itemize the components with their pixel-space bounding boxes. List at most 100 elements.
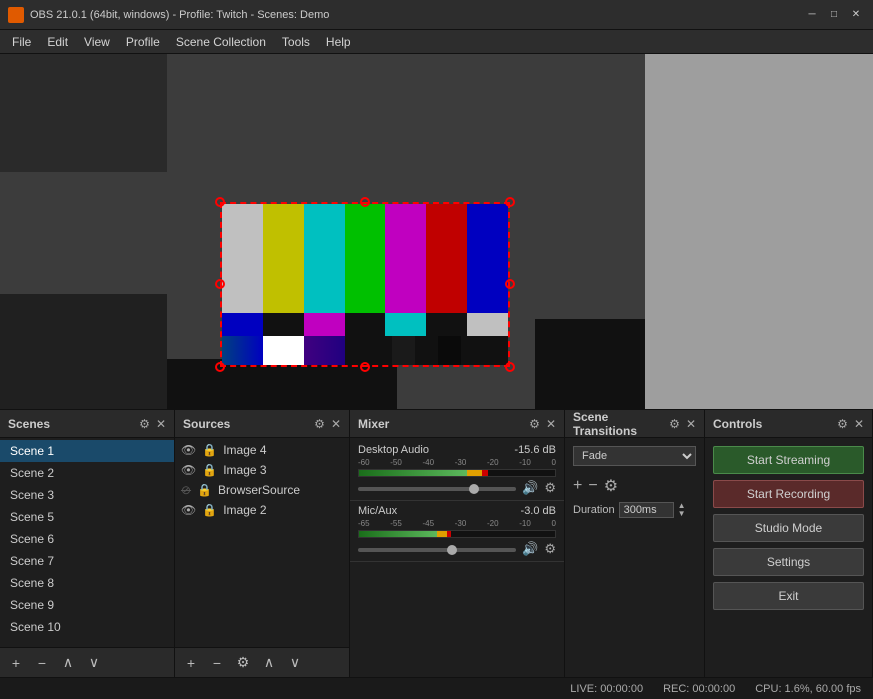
smpte-mid-2: [304, 313, 345, 336]
menu-tools[interactable]: Tools: [274, 30, 318, 54]
mixer-mic-meter-red: [447, 531, 451, 537]
selection-handle-tc[interactable]: [360, 197, 370, 207]
transitions-close-icon[interactable]: ✕: [686, 417, 696, 431]
sources-remove-button[interactable]: −: [207, 653, 227, 673]
sources-panel-icons: ⚙ ✕: [314, 417, 341, 431]
titlebar: OBS 21.0.1 (64bit, windows) - Profile: T…: [0, 0, 873, 30]
settings-button[interactable]: Settings: [713, 548, 864, 576]
selection-handle-bl[interactable]: [215, 362, 225, 372]
source-visibility-icon[interactable]: 👁: [181, 463, 196, 477]
source-lock-icon[interactable]: 🔒: [202, 443, 217, 457]
scene-item[interactable]: Scene 5: [0, 506, 174, 528]
source-item[interactable]: 👁🔒Image 3: [175, 460, 349, 480]
source-visibility-icon[interactable]: ⊘: [181, 483, 191, 497]
menu-edit[interactable]: Edit: [39, 30, 76, 54]
sources-down-button[interactable]: ∨: [285, 653, 305, 673]
mixer-desktop-settings[interactable]: ⚙: [544, 480, 556, 496]
studio-mode-button[interactable]: Studio Mode: [713, 514, 864, 542]
duration-input[interactable]: [619, 502, 674, 518]
transitions-gear-button[interactable]: ⚙: [604, 476, 618, 496]
duration-down-arrow[interactable]: ▼: [678, 510, 686, 518]
scenes-close-icon[interactable]: ✕: [156, 417, 166, 431]
scenes-panel: Scenes ⚙ ✕ Scene 1Scene 2Scene 3Scene 5S…: [0, 410, 175, 677]
menu-view[interactable]: View: [76, 30, 118, 54]
duration-arrows[interactable]: ▲ ▼: [678, 502, 686, 518]
duration-row: Duration ▲ ▼: [565, 500, 704, 520]
menu-scene-collection[interactable]: Scene Collection: [168, 30, 274, 54]
selection-handle-ml[interactable]: [215, 279, 225, 289]
sources-settings-icon[interactable]: ⚙: [314, 417, 325, 431]
scenes-up-button[interactable]: ∧: [58, 653, 78, 673]
start-recording-button[interactable]: Start Recording: [713, 480, 864, 508]
source-item[interactable]: 👁 🔒 Image 4: [175, 440, 349, 460]
selection-handle-bc[interactable]: [360, 362, 370, 372]
source-item[interactable]: 👁🔒Image 2: [175, 500, 349, 520]
scenes-panel-header: Scenes ⚙ ✕: [0, 410, 174, 438]
smpte-bars-bot: [222, 336, 508, 365]
transitions-add-button[interactable]: +: [573, 477, 582, 495]
sources-close-icon[interactable]: ✕: [331, 417, 341, 431]
scene-item[interactable]: Scene 7: [0, 550, 174, 572]
smpte-bar-green: [345, 204, 386, 313]
controls-settings-icon[interactable]: ⚙: [837, 417, 848, 431]
scene-item[interactable]: Scene 10: [0, 616, 174, 638]
smpte-bar-cyan: [304, 204, 345, 313]
smpte-bot-5: [415, 336, 438, 365]
smpte-bar-yellow: [263, 204, 304, 313]
sources-add-button[interactable]: +: [181, 653, 201, 673]
preview-dark-br2: [535, 319, 645, 409]
minimize-button[interactable]: ─: [803, 6, 821, 24]
mixer-mic-slider[interactable]: [358, 548, 516, 552]
scene-item[interactable]: Scene 6: [0, 528, 174, 550]
selection-handle-tl[interactable]: [215, 197, 225, 207]
mixer-desktop-slider[interactable]: [358, 487, 516, 491]
smpte-mid-3: [345, 313, 386, 336]
source-name: Image 4: [223, 443, 266, 457]
window-title: OBS 21.0.1 (64bit, windows) - Profile: T…: [30, 9, 803, 21]
source-visibility-icon[interactable]: 👁: [181, 443, 196, 457]
source-item[interactable]: ⊘🔒BrowserSource: [175, 480, 349, 500]
selection-handle-br[interactable]: [505, 362, 515, 372]
scene-item[interactable]: Scene 8: [0, 572, 174, 594]
menu-file[interactable]: File: [4, 30, 39, 54]
selection-handle-tr[interactable]: [505, 197, 515, 207]
menu-help[interactable]: Help: [318, 30, 359, 54]
smpte-bars: [220, 202, 510, 367]
source-lock-icon[interactable]: 🔒: [202, 503, 217, 517]
scene-item[interactable]: Scene 1: [0, 440, 174, 462]
transitions-remove-button[interactable]: −: [588, 477, 597, 495]
mixer-close-icon[interactable]: ✕: [546, 417, 556, 431]
mixer-mic-mute[interactable]: 🔊: [522, 541, 538, 557]
scene-item[interactable]: Scene 3: [0, 484, 174, 506]
scenes-remove-button[interactable]: −: [32, 653, 52, 673]
scene-item[interactable]: Scene 9: [0, 594, 174, 616]
scenes-down-button[interactable]: ∨: [84, 653, 104, 673]
source-lock-icon[interactable]: 🔒: [197, 483, 212, 497]
mixer-desktop-mute[interactable]: 🔊: [522, 480, 538, 496]
scenes-add-button[interactable]: +: [6, 653, 26, 673]
source-visibility-icon[interactable]: 👁: [181, 503, 196, 517]
scene-item[interactable]: Scene 2: [0, 462, 174, 484]
sources-up-button[interactable]: ∧: [259, 653, 279, 673]
menu-profile[interactable]: Profile: [118, 30, 168, 54]
source-lock-icon[interactable]: 🔒: [202, 463, 217, 477]
controls-close-icon[interactable]: ✕: [854, 417, 864, 431]
sources-settings-button[interactable]: ⚙: [233, 653, 253, 673]
smpte-bot-3: [345, 336, 392, 365]
scenes-settings-icon[interactable]: ⚙: [139, 417, 150, 431]
mixer-desktop-meter: [358, 469, 556, 477]
preview-dark-bl: [0, 294, 167, 409]
maximize-button[interactable]: □: [825, 6, 843, 24]
mixer-desktop-meter-fill: [359, 470, 555, 476]
scenes-list: Scene 1Scene 2Scene 3Scene 5Scene 6Scene…: [0, 438, 174, 647]
close-button[interactable]: ✕: [847, 6, 865, 24]
transition-type-select[interactable]: Fade Cut Luma Wipe Stinger: [573, 446, 696, 466]
exit-button[interactable]: Exit: [713, 582, 864, 610]
start-streaming-button[interactable]: Start Streaming: [713, 446, 864, 474]
mixer-track-desktop-name: Desktop Audio: [358, 444, 429, 456]
transitions-settings-icon[interactable]: ⚙: [669, 417, 680, 431]
transitions-panel-icons: ⚙ ✕: [669, 417, 696, 431]
mixer-mic-settings[interactable]: ⚙: [544, 541, 556, 557]
selection-handle-mr[interactable]: [505, 279, 515, 289]
mixer-settings-icon[interactable]: ⚙: [529, 417, 540, 431]
